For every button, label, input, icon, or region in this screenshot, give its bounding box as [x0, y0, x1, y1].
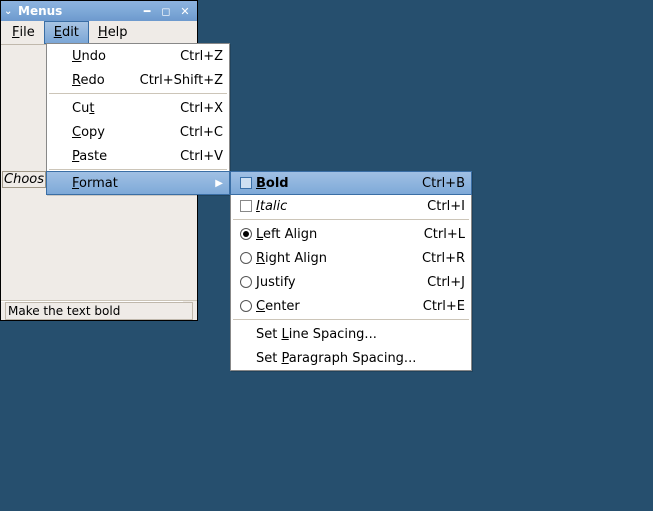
- radio-icon: [240, 276, 252, 288]
- menu-file[interactable]: File: [3, 21, 44, 44]
- choose-label: Choos: [2, 171, 46, 188]
- menu-separator: [49, 93, 227, 95]
- maximize-button[interactable]: ◻: [157, 3, 175, 19]
- radio-icon: [240, 228, 252, 240]
- menu-item-paste[interactable]: Paste Ctrl+V: [47, 144, 229, 168]
- edit-dropdown: Undo Ctrl+Z Redo Ctrl+Shift+Z Cut Ctrl+X…: [46, 43, 230, 195]
- checkbox-icon: [240, 177, 252, 189]
- submenu-arrow-icon: ▶: [213, 178, 223, 189]
- close-button[interactable]: ✕: [176, 3, 194, 19]
- window-title: Menus: [18, 4, 138, 18]
- menu-item-line-spacing[interactable]: Set Line Spacing...: [231, 322, 471, 346]
- titlebar[interactable]: ⌄ Menus ━ ◻ ✕: [1, 1, 197, 21]
- menu-separator: [233, 319, 469, 321]
- menu-item-undo[interactable]: Undo Ctrl+Z: [47, 44, 229, 68]
- menu-item-redo[interactable]: Redo Ctrl+Shift+Z: [47, 68, 229, 92]
- window-menu-icon[interactable]: ⌄: [4, 6, 14, 17]
- menu-help[interactable]: Help: [89, 21, 137, 44]
- menu-item-center[interactable]: Center Ctrl+E: [231, 294, 471, 318]
- checkbox-icon: [240, 200, 252, 212]
- statusbar: Make the text bold: [1, 300, 197, 320]
- menu-item-cut[interactable]: Cut Ctrl+X: [47, 96, 229, 120]
- radio-icon: [240, 252, 252, 264]
- menu-edit[interactable]: Edit: [44, 21, 89, 44]
- menu-item-format[interactable]: Format ▶: [46, 171, 230, 195]
- menu-item-justify[interactable]: Justify Ctrl+J: [231, 270, 471, 294]
- menu-separator: [233, 219, 469, 221]
- minimize-button[interactable]: ━: [138, 3, 156, 19]
- menu-item-bold[interactable]: Bold Ctrl+B: [230, 171, 472, 195]
- status-text: Make the text bold: [5, 302, 193, 320]
- radio-icon: [240, 300, 252, 312]
- menubar: File Edit Help: [1, 21, 197, 45]
- menu-item-italic[interactable]: Italic Ctrl+I: [231, 194, 471, 218]
- format-dropdown: Bold Ctrl+B Italic Ctrl+I Left Align Ctr…: [230, 171, 472, 371]
- menu-item-paragraph-spacing[interactable]: Set Paragraph Spacing...: [231, 346, 471, 370]
- menu-item-left-align[interactable]: Left Align Ctrl+L: [231, 222, 471, 246]
- menu-item-copy[interactable]: Copy Ctrl+C: [47, 120, 229, 144]
- menu-item-right-align[interactable]: Right Align Ctrl+R: [231, 246, 471, 270]
